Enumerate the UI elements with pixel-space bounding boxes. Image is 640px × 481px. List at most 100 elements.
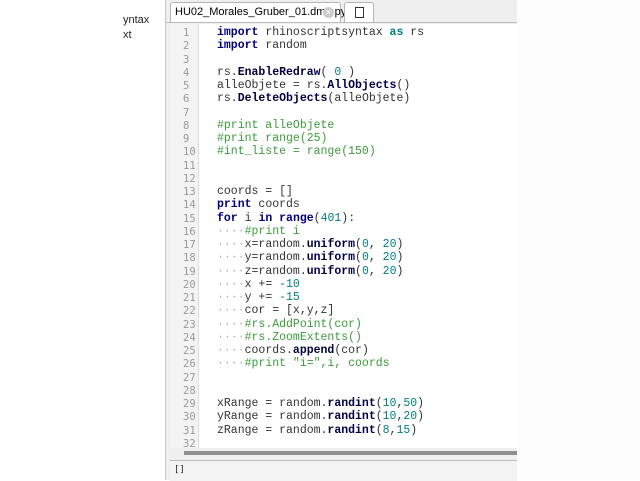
code-token-num: 0 bbox=[361, 264, 369, 278]
code-token-num: 8 bbox=[382, 423, 390, 437]
code-token-fn: append bbox=[292, 344, 335, 357]
code-token-t: y=random. bbox=[244, 251, 307, 265]
code-line[interactable]: #print range(25) bbox=[217, 132, 327, 145]
line-number: 5 bbox=[183, 80, 190, 92]
code-token-num: -15 bbox=[279, 291, 300, 304]
code-token-num: 10 bbox=[382, 410, 397, 424]
code-token-t: x=random. bbox=[244, 238, 307, 251]
code-token-ws: ···· bbox=[217, 330, 245, 344]
code-token-num: 0 bbox=[361, 251, 369, 265]
code-token-t: , bbox=[368, 251, 383, 265]
code-line[interactable]: ····x += -10 bbox=[217, 278, 300, 291]
code-line[interactable]: ····y += -15 bbox=[217, 291, 300, 304]
code-line[interactable]: for i in range(401): bbox=[217, 212, 355, 225]
code-line[interactable]: ····coords.append(cor) bbox=[217, 344, 369, 357]
code-line[interactable]: ····#rs.AddPoint(cor) bbox=[217, 318, 362, 331]
tab-script-file[interactable]: HU02_Morales_Gruber_01.dm2.py* × bbox=[170, 2, 350, 22]
code-token-cm: #rs.ZoomExtents() bbox=[244, 330, 362, 344]
code-token-fn: uniform bbox=[306, 264, 356, 278]
code-token-t: ( bbox=[313, 211, 321, 225]
close-icon[interactable]: × bbox=[323, 7, 334, 18]
code-line[interactable]: import random bbox=[217, 39, 307, 52]
new-document-icon bbox=[355, 7, 364, 18]
code-line[interactable]: ····y=random.uniform(0, 20) bbox=[217, 251, 403, 264]
code-token-t: ( bbox=[355, 251, 362, 265]
code-token-ws: ···· bbox=[217, 251, 245, 265]
code-token-t: ( bbox=[355, 264, 362, 278]
horizontal-scrollbar[interactable] bbox=[184, 451, 517, 455]
panel-text-fragment: xt bbox=[123, 29, 132, 41]
code-token-t: yRange = random. bbox=[217, 410, 328, 424]
code-token-t: ( bbox=[320, 65, 335, 79]
code-line[interactable]: rs.DeleteObjects(alleObjete) bbox=[217, 92, 410, 105]
line-number: 18 bbox=[183, 252, 196, 265]
code-line[interactable]: ····z=random.uniform(0, 20) bbox=[217, 265, 403, 278]
line-number: 14 bbox=[183, 199, 196, 212]
code-token-t: ( bbox=[355, 238, 362, 251]
code-line[interactable]: print coords bbox=[217, 198, 300, 211]
code-token-t: ) bbox=[396, 238, 404, 251]
code-token-t: rs. bbox=[217, 65, 238, 79]
line-number: 28 bbox=[183, 384, 196, 397]
code-line[interactable]: xRange = random.randint(10,50) bbox=[217, 397, 424, 410]
code-line[interactable]: ····#print i bbox=[217, 225, 300, 238]
code-line[interactable]: alleObjete = rs.AllObjects() bbox=[217, 79, 410, 92]
line-number: 25 bbox=[183, 345, 196, 357]
line-number: 10 bbox=[183, 146, 196, 159]
code-token-as: as bbox=[389, 26, 404, 39]
code-token-kw: for bbox=[217, 211, 238, 225]
line-number: 27 bbox=[183, 371, 196, 384]
code-line[interactable]: zRange = random.randint(8,15) bbox=[217, 424, 417, 437]
code-token-num: 20 bbox=[382, 238, 397, 251]
code-line[interactable]: ····#rs.ZoomExtents() bbox=[217, 331, 362, 344]
code-line[interactable]: yRange = random.randint(10,20) bbox=[217, 410, 424, 423]
code-token-num: 10 bbox=[382, 397, 397, 410]
code-line[interactable]: #print alleObjete bbox=[217, 119, 334, 132]
panel-text-fragment: yntax bbox=[123, 14, 150, 26]
code-token-cm: #print alleObjete bbox=[217, 118, 335, 132]
code-line[interactable]: coords = [] bbox=[217, 185, 293, 198]
code-token-t: ) bbox=[396, 251, 404, 265]
code-token-t: ( bbox=[375, 410, 383, 424]
line-number: 12 bbox=[183, 172, 196, 185]
code-token-t: coords = [] bbox=[217, 185, 293, 198]
code-token-t: ) bbox=[417, 397, 425, 410]
line-number: 16 bbox=[183, 225, 196, 238]
code-token-fn: AllObjects bbox=[327, 79, 397, 92]
code-token-ws: ···· bbox=[217, 344, 245, 357]
line-number: 22 bbox=[183, 305, 196, 318]
line-number: 30 bbox=[183, 411, 196, 424]
code-line[interactable]: ····x=random.uniform(0, 20) bbox=[217, 238, 403, 251]
code-token-t: random bbox=[258, 39, 307, 53]
code-token-t: y += bbox=[244, 291, 280, 304]
code-token-num: 50 bbox=[403, 397, 418, 410]
code-line[interactable]: #int_liste = range(150) bbox=[217, 145, 376, 158]
code-token-fn: DeleteObjects bbox=[237, 92, 328, 106]
code-editor[interactable]: 1 2 3 4 5 6 7 8 9 10 11 12 13 14 15 16 17 18 19 20 21 22 23 24 2… bbox=[170, 24, 517, 448]
code-token-num: 20 bbox=[403, 410, 418, 424]
line-number: 15 bbox=[183, 212, 196, 225]
code-line[interactable]: ····#print "i=",i, coords bbox=[217, 357, 390, 370]
code-token-num: 0 bbox=[361, 238, 369, 251]
code-token-kw: print bbox=[217, 198, 252, 212]
code-token-t: i bbox=[237, 211, 259, 225]
code-line[interactable]: ····cor = [x,y,z] bbox=[217, 304, 334, 317]
code-line[interactable]: import rhinoscriptsyntax as rs bbox=[217, 26, 424, 39]
line-number: 13 bbox=[183, 186, 196, 198]
code-token-t: xRange = random. bbox=[217, 397, 328, 410]
line-number: 1 bbox=[183, 27, 190, 39]
code-token-fn: randint bbox=[327, 410, 376, 424]
code-token-t: ) bbox=[341, 65, 356, 79]
code-line[interactable]: rs.EnableRedraw( 0 ) bbox=[217, 66, 355, 79]
code-token-ws: ···· bbox=[217, 304, 245, 318]
line-number: 7 bbox=[183, 106, 190, 119]
code-token-cm: #print "i=",i, coords bbox=[244, 357, 390, 371]
new-tab-button[interactable] bbox=[344, 2, 374, 22]
code-token-t: (cor) bbox=[334, 344, 369, 357]
code-token-fn: EnableRedraw bbox=[237, 65, 321, 79]
code-token-cm: #rs.AddPoint(cor) bbox=[244, 317, 362, 331]
line-number: 32 bbox=[183, 437, 196, 448]
code-token-t: , bbox=[368, 264, 383, 278]
line-number: 11 bbox=[183, 159, 196, 172]
code-token-kw: import bbox=[217, 26, 259, 39]
